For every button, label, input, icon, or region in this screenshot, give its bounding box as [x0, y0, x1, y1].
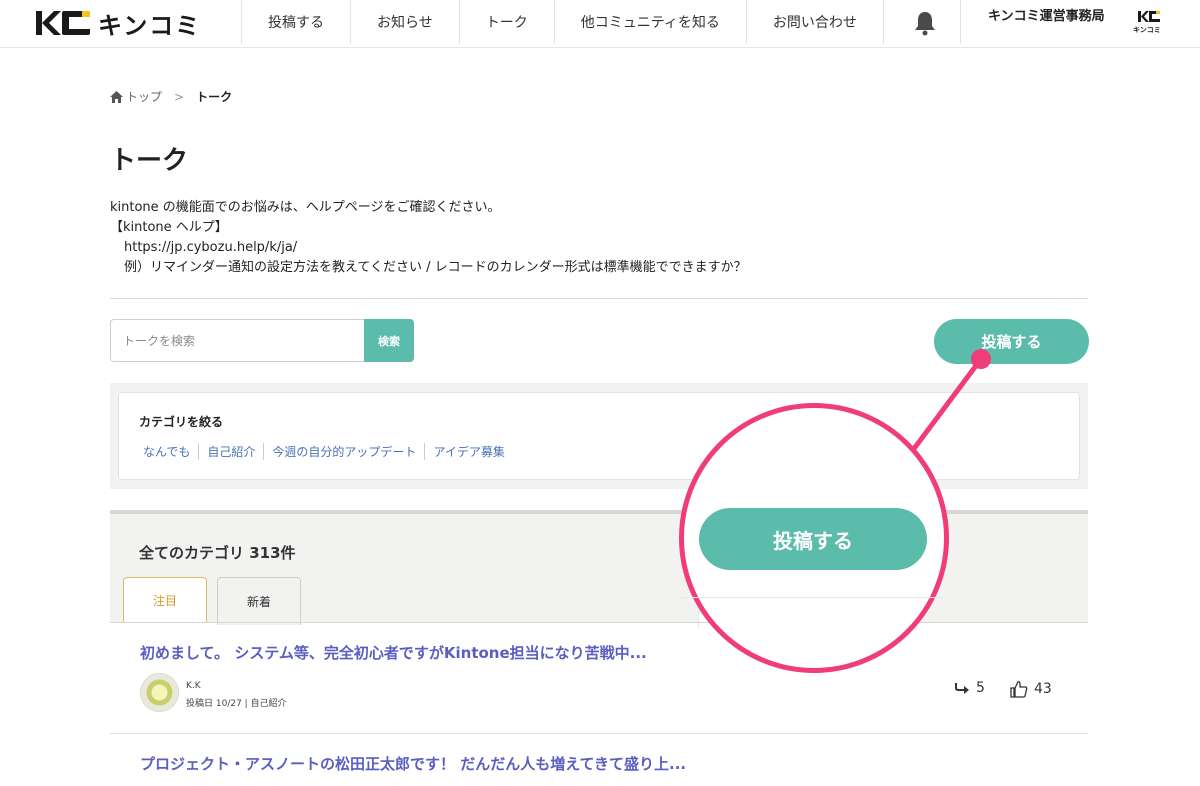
- tab-featured[interactable]: 注目: [123, 577, 207, 623]
- breadcrumb: トップ > トーク: [110, 88, 232, 105]
- zoomed-post-button[interactable]: 投稿する: [699, 508, 927, 570]
- section-divider: [110, 298, 1088, 299]
- category-filter-box: カテゴリを絞る なんでも 自己紹介 今週の自分的アップデート アイデア募集: [118, 392, 1080, 480]
- post-title-1[interactable]: 初めまして。 システム等、完全初心者ですがKintone担当になり苦戦中...: [140, 642, 647, 663]
- post-title-2[interactable]: プロジェクト・アスノートの松田正太郎です！ だんだん人も増えてきて盛り上...: [140, 753, 686, 774]
- home-icon: [110, 90, 123, 103]
- user-avatar-text: キンコミ: [1133, 26, 1161, 34]
- post-author[interactable]: K.K: [186, 681, 201, 691]
- post-divider: [110, 733, 1088, 734]
- category-link-idea[interactable]: アイデア募集: [424, 443, 512, 460]
- search-button[interactable]: 検索: [364, 319, 414, 362]
- breadcrumb-home[interactable]: トップ: [126, 88, 162, 105]
- avatar[interactable]: [140, 673, 179, 712]
- breadcrumb-current: トーク: [196, 90, 233, 104]
- user-name[interactable]: キンコミ運営事務局: [988, 5, 1105, 24]
- page-title: トーク: [110, 146, 189, 176]
- talk-search: 検索: [110, 319, 414, 362]
- nav-other-communities[interactable]: 他コミュニティを知る: [553, 0, 746, 44]
- category-filter-title: カテゴリを絞る: [139, 415, 224, 429]
- nav-post[interactable]: 投稿する: [241, 0, 350, 44]
- nav-talk[interactable]: トーク: [458, 0, 554, 44]
- kc-logo-mark: [36, 11, 90, 35]
- callout-target-dot: [971, 349, 991, 369]
- search-input[interactable]: [110, 319, 364, 362]
- help-link[interactable]: https://jp.cybozu.help/k/ja/: [110, 238, 747, 258]
- page-description: kintone の機能面でのお悩みは、ヘルプページをご確認ください。 【kint…: [110, 198, 747, 278]
- site-logo[interactable]: キンコミ: [36, 6, 201, 40]
- description-line: kintone の機能面でのお悩みは、ヘルプページをご確認ください。: [110, 200, 501, 215]
- main-nav: 投稿する お知らせ トーク 他コミュニティを知る お問い合わせ: [241, 0, 884, 44]
- post-button[interactable]: 投稿する: [934, 319, 1089, 364]
- tab-new[interactable]: 新着: [217, 577, 301, 625]
- category-link-anything[interactable]: なんでも: [143, 443, 198, 460]
- category-count-title: 全てのカテゴリ 313件: [139, 544, 296, 562]
- list-divider: [110, 622, 1088, 623]
- category-link-self-intro[interactable]: 自己紹介: [198, 443, 263, 460]
- help-heading: 【kintone ヘルプ】: [110, 220, 228, 235]
- user-avatar[interactable]: キンコミ: [1133, 10, 1167, 38]
- user-avatar-logo-icon: [1138, 11, 1160, 22]
- logo-text: キンコミ: [98, 11, 202, 40]
- like-count[interactable]: 43: [1010, 680, 1052, 698]
- category-filter-area: カテゴリを絞る なんでも 自己紹介 今週の自分的アップデート アイデア募集: [110, 383, 1088, 489]
- thumbs-up-icon[interactable]: [1010, 680, 1028, 698]
- example-text: 例）リマインダー通知の設定方法を教えてください / レコードのカレンダー形式は標…: [124, 260, 747, 275]
- top-header: キンコミ 投稿する お知らせ トーク 他コミュニティを知る お問い合わせ キンコ…: [0, 0, 1200, 48]
- header-divider: [960, 0, 961, 44]
- like-count-value: 43: [1034, 681, 1052, 697]
- zoom-callout-background-line: [679, 597, 944, 598]
- reply-arrow-icon: [955, 683, 969, 694]
- reply-count: 5: [955, 680, 985, 696]
- author-avatar-image: [140, 673, 179, 712]
- category-link-weekly-update[interactable]: 今週の自分的アップデート: [263, 443, 424, 460]
- reply-count-value: 5: [976, 680, 985, 696]
- nav-contact[interactable]: お問い合わせ: [745, 0, 884, 44]
- notification-bell-icon[interactable]: [913, 10, 937, 36]
- category-links: なんでも 自己紹介 今週の自分的アップデート アイデア募集: [143, 443, 513, 460]
- post-meta: 投稿日 10/27 | 自己紹介: [186, 699, 287, 709]
- nav-news[interactable]: お知らせ: [350, 0, 459, 44]
- breadcrumb-separator: >: [174, 89, 185, 104]
